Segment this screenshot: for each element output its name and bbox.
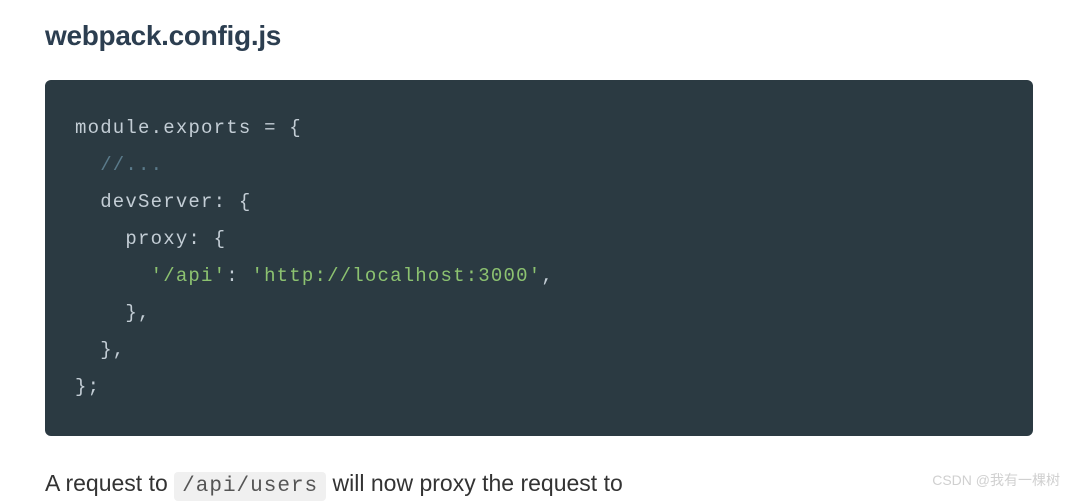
code-line-6: }, xyxy=(75,295,1003,332)
code-block: module.exports = { //... devServer: { pr… xyxy=(45,80,1033,436)
code-line-3: devServer: { xyxy=(75,184,1003,221)
code-token: devServer xyxy=(75,191,214,213)
code-token: }; xyxy=(75,376,100,398)
code-token xyxy=(75,265,151,287)
code-token: }, xyxy=(75,302,151,324)
code-line-8: }; xyxy=(75,369,1003,406)
watermark: CSDN @我有一棵树 xyxy=(932,470,1060,490)
code-token: { xyxy=(201,228,226,250)
code-token: { xyxy=(277,117,302,139)
code-token: proxy xyxy=(75,228,188,250)
inline-code: /api/users xyxy=(174,472,326,501)
code-token: = xyxy=(264,117,277,139)
code-token: : xyxy=(188,228,201,250)
code-token: : xyxy=(214,191,227,213)
code-line-4: proxy: { xyxy=(75,221,1003,258)
code-token: . xyxy=(151,117,164,139)
body-text-after: will now proxy the request to xyxy=(326,470,623,496)
code-line-2: //... xyxy=(75,147,1003,184)
code-line-1: module.exports = { xyxy=(75,110,1003,147)
code-line-7: }, xyxy=(75,332,1003,369)
code-token: , xyxy=(541,265,554,287)
body-paragraph: A request to /api/users will now proxy t… xyxy=(45,466,1033,503)
code-token: { xyxy=(226,191,251,213)
body-text-before: A request to xyxy=(45,470,174,496)
code-line-5: '/api': 'http://localhost:3000', xyxy=(75,258,1003,295)
code-token: : xyxy=(226,265,239,287)
code-string: 'http://localhost:3000' xyxy=(251,265,541,287)
code-comment: //... xyxy=(75,154,163,176)
document-container: webpack.config.js module.exports = { //.… xyxy=(0,0,1078,503)
code-token: module xyxy=(75,117,151,139)
code-token: exports xyxy=(163,117,264,139)
code-token: }, xyxy=(75,339,125,361)
code-token xyxy=(239,265,252,287)
code-string: '/api' xyxy=(151,265,227,287)
filename-heading: webpack.config.js xyxy=(45,20,1033,52)
